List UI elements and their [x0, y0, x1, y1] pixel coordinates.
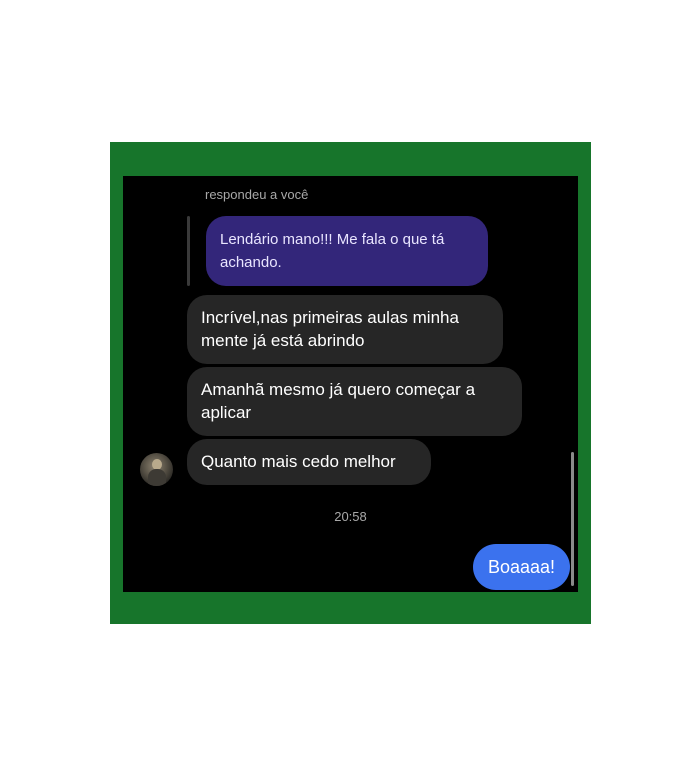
incoming-message-bubble[interactable]: Quanto mais cedo melhor [187, 439, 431, 485]
incoming-message-bubble[interactable]: Amanhã mesmo já quero começar a aplicar [187, 367, 522, 436]
outgoing-message-bubble[interactable]: Boaaaa! [473, 544, 570, 590]
reply-header: respondeu a você [205, 187, 309, 202]
chat-thread: respondeu a você Lendário mano!!! Me fal… [123, 176, 578, 592]
message-timestamp: 20:58 [334, 509, 367, 524]
quoted-message-bubble[interactable]: Lendário mano!!! Me fala o que tá achand… [206, 216, 488, 286]
incoming-message-bubble[interactable]: Incrível,nas primeiras aulas minha mente… [187, 295, 503, 364]
avatar-torso-shape [148, 469, 166, 486]
avatar[interactable] [140, 453, 173, 486]
scrollbar[interactable] [571, 452, 574, 586]
reply-indicator-line [187, 216, 190, 286]
